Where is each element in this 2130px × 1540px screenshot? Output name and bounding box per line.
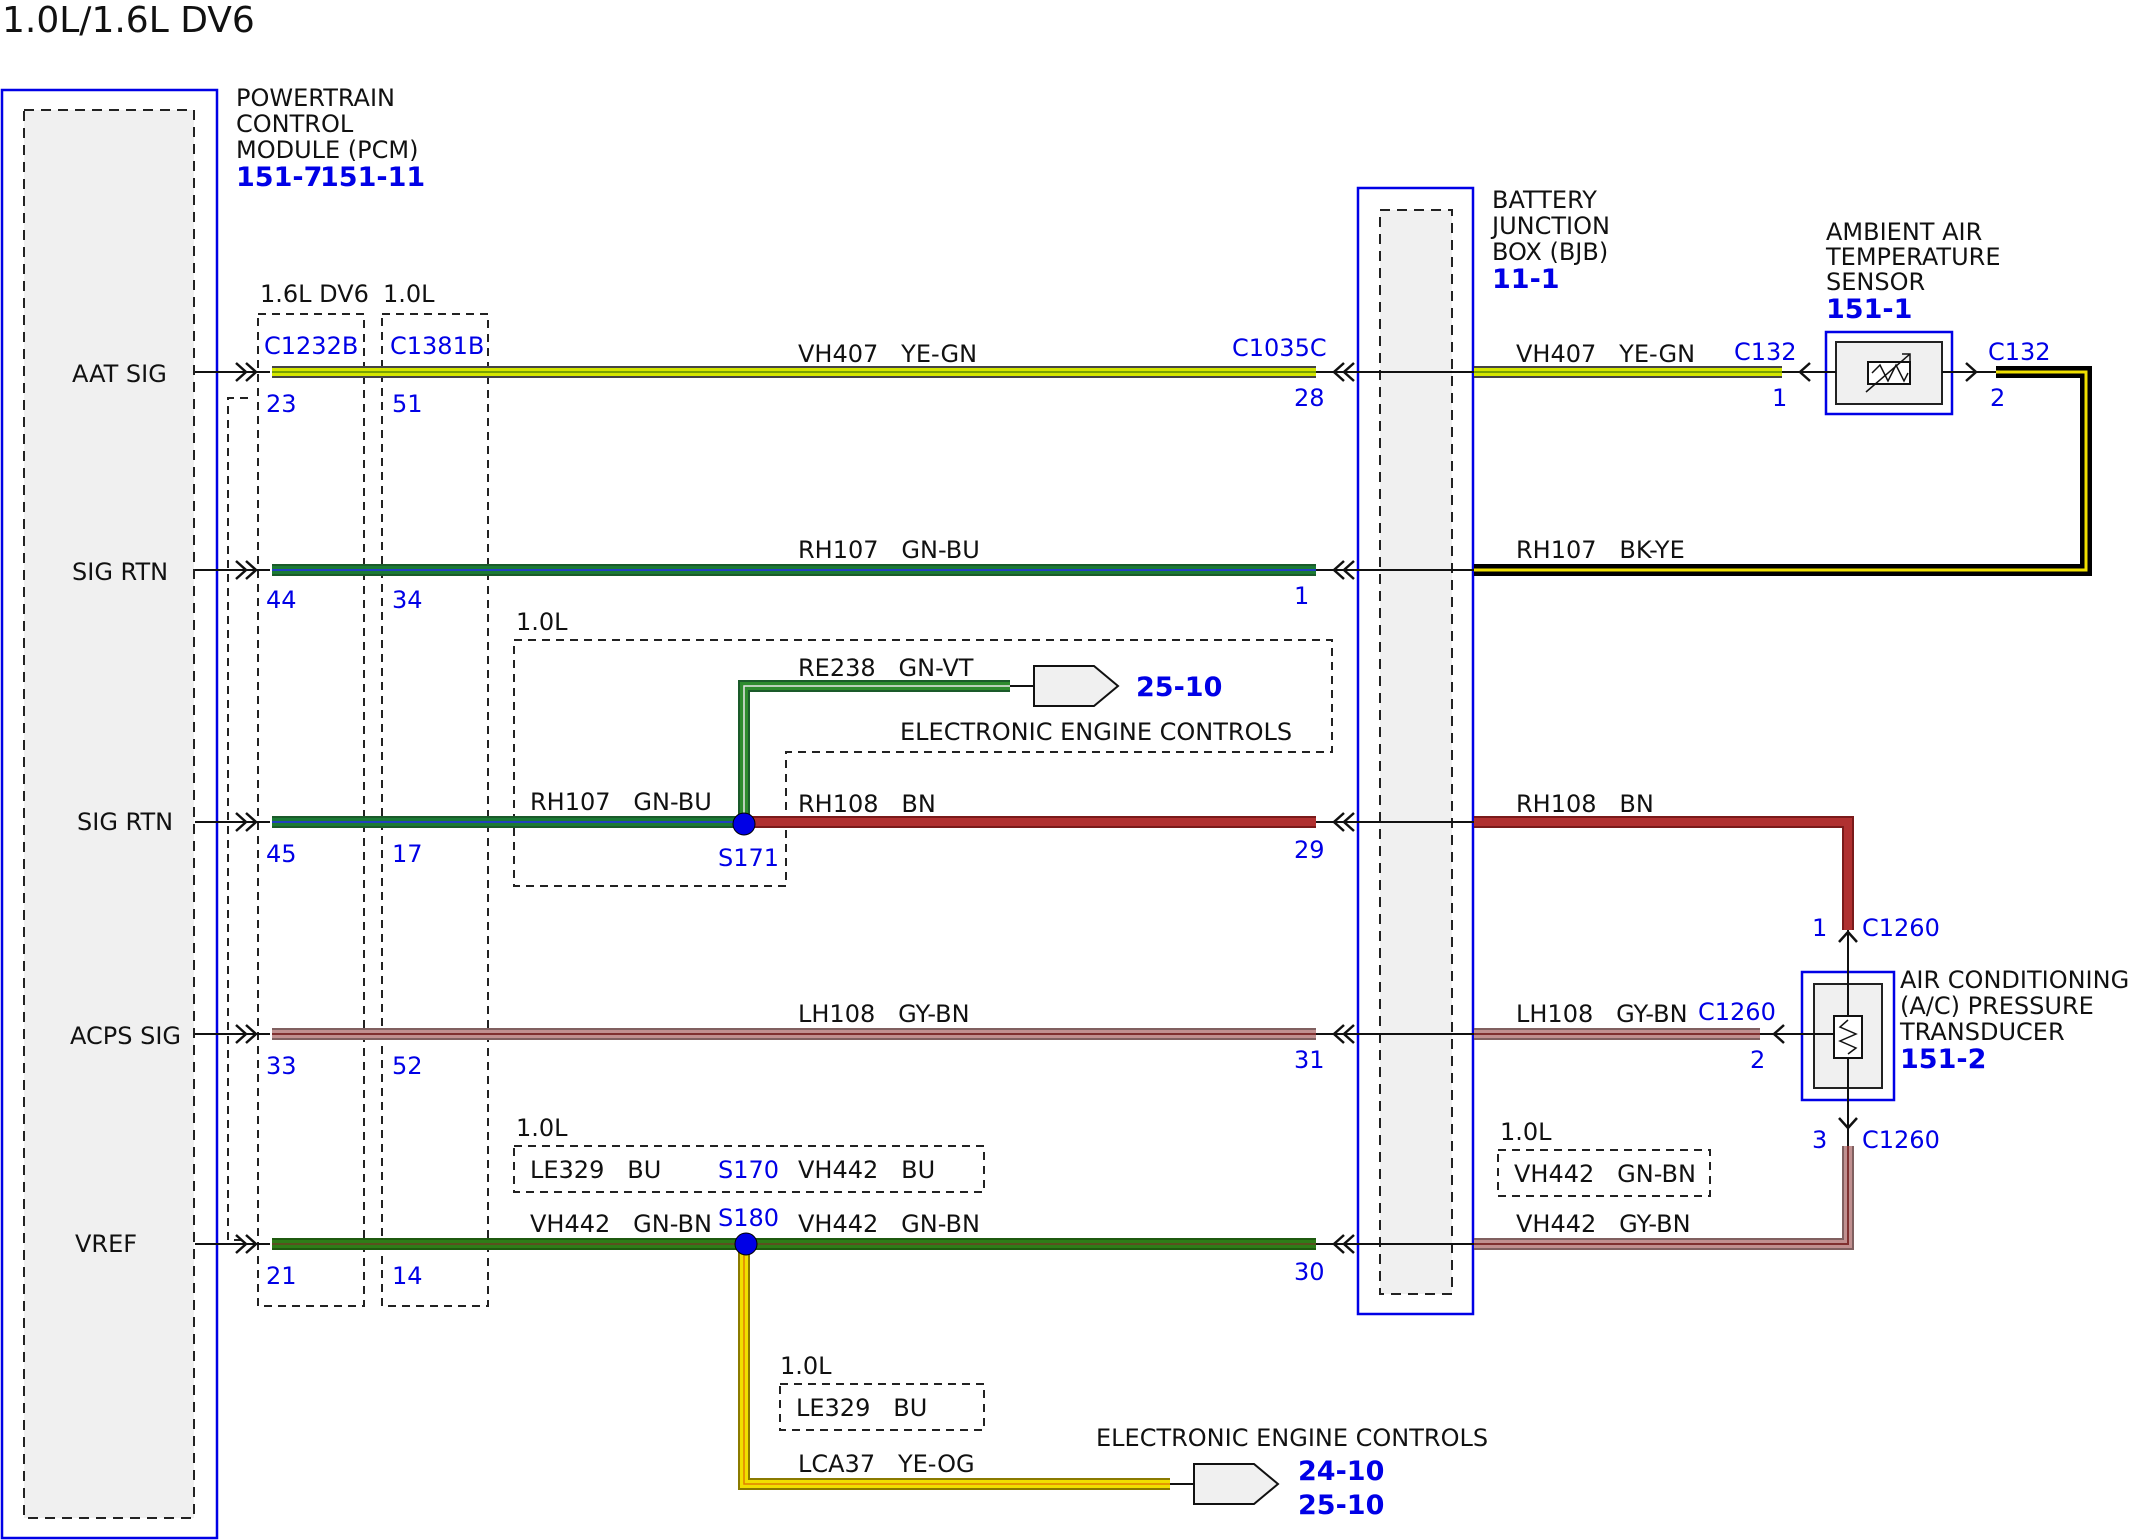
c1232b-pin-44: 44 bbox=[266, 586, 297, 614]
pcm-pin-bracket bbox=[227, 397, 248, 1241]
pin-label-vref: VREF bbox=[75, 1230, 137, 1258]
bjb-name-line-1: BATTERY bbox=[1492, 186, 1597, 214]
ac-name-line-1: AIR CONDITIONING bbox=[1900, 966, 2129, 994]
c1381b-pin-14: 14 bbox=[392, 1262, 423, 1290]
ac-pin-3: 3 bbox=[1812, 1126, 1827, 1154]
c1381b-pin-17: 17 bbox=[392, 840, 423, 868]
wire-3-pcm-label: RH107 GN-BU bbox=[530, 788, 712, 816]
c1232b-variant: 1.6L DV6 bbox=[260, 280, 369, 308]
c1035c-pin-30: 30 bbox=[1294, 1258, 1325, 1286]
wire-5-mid-label: VH442 GN-BN bbox=[798, 1210, 980, 1238]
pcm-ref-1[interactable]: 151-7 bbox=[236, 162, 322, 193]
wire-5-right-label: VH442 GY-BN bbox=[1516, 1210, 1691, 1238]
c1035c-pin-1: 1 bbox=[1294, 582, 1309, 610]
splice-s180[interactable]: S180 bbox=[718, 1204, 779, 1232]
ac-name-line-2: (A/C) PRESSURE bbox=[1900, 992, 2094, 1020]
pcm-name-line-3: MODULE (PCM) bbox=[236, 136, 418, 164]
option-2-label: 1.0L bbox=[516, 1114, 568, 1142]
c1232b-pin-23: 23 bbox=[266, 390, 297, 418]
pcm-name-line-2: CONTROL bbox=[236, 110, 354, 138]
splice-s171-dot[interactable] bbox=[732, 812, 756, 836]
option-3-label: 1.0L bbox=[1500, 1118, 1552, 1146]
c1232b-label[interactable]: C1232B bbox=[264, 332, 358, 360]
aat-pin-2: 2 bbox=[1990, 384, 2005, 412]
aat-ref[interactable]: 151-1 bbox=[1826, 294, 1912, 325]
aat-pin-1: 1 bbox=[1772, 384, 1787, 412]
wiring-diagram: 1.0L/1.6L DV6 POWERTRAIN CONTROL MODULE … bbox=[0, 0, 2129, 1540]
ac-connector-bottom[interactable]: C1260 bbox=[1862, 1126, 1940, 1154]
aat-name-line-3: SENSOR bbox=[1826, 268, 1925, 296]
wire-3-branch-label: RE238 GN-VT bbox=[798, 654, 974, 682]
c1035c-pin-31: 31 bbox=[1294, 1046, 1325, 1074]
c1381b-variant: 1.0L bbox=[383, 280, 435, 308]
eec-2-label: ELECTRONIC ENGINE CONTROLS bbox=[1096, 1424, 1488, 1452]
ac-pressure-transducer: AIR CONDITIONING (A/C) PRESSURE TRANSDUC… bbox=[1698, 914, 2129, 1154]
ac-name-line-3: TRANSDUCER bbox=[1899, 1018, 2065, 1046]
wire-1-left-label: VH407 YE-GN bbox=[798, 340, 977, 368]
wire-3-right-fill bbox=[1474, 818, 1852, 930]
wire-2-right-label: RH107 BK-YE bbox=[1516, 536, 1685, 564]
splice-s180-dot[interactable] bbox=[734, 1232, 758, 1256]
c1232b-pin-45: 45 bbox=[266, 840, 297, 868]
c1381b-pin-34: 34 bbox=[392, 586, 423, 614]
option-3-vh442: VH442 GN-BN bbox=[1514, 1160, 1696, 1188]
wire-2-left-label: RH107 GN-BU bbox=[798, 536, 980, 564]
ac-ref[interactable]: 151-2 bbox=[1900, 1044, 1986, 1075]
c1381b-box bbox=[381, 313, 489, 1307]
eec-1-ref[interactable]: 25-10 bbox=[1136, 672, 1222, 703]
pin-label-aat-sig: AAT SIG bbox=[72, 360, 167, 388]
pcm-name-line-1: POWERTRAIN bbox=[236, 84, 395, 112]
wire-3-right-label: RH108 BN bbox=[1516, 790, 1654, 818]
wire-4-left-label: LH108 GY-BN bbox=[798, 1000, 970, 1028]
aat-sensor: AMBIENT AIR TEMPERATURE SENSOR 151-1 C13… bbox=[1734, 218, 2051, 416]
connector-chevrons bbox=[235, 362, 1355, 1254]
pin-label-sig-rtn-2: SIG RTN bbox=[77, 808, 173, 836]
wire-4-right-label: LH108 GY-BN bbox=[1516, 1000, 1688, 1028]
c1035c-label[interactable]: C1035C bbox=[1232, 334, 1327, 362]
wire-3-right-outline bbox=[1474, 816, 1854, 930]
eec-2-ref-2[interactable]: 25-10 bbox=[1298, 1490, 1384, 1521]
destination-eec-2[interactable]: 24-10 25-10 bbox=[1170, 1456, 1384, 1521]
ac-pin-2: 2 bbox=[1750, 1046, 1765, 1074]
c1232b-pin-21: 21 bbox=[266, 1262, 297, 1290]
wire-5-left-label: VH442 GN-BN bbox=[530, 1210, 712, 1238]
ac-connector-top[interactable]: C1260 bbox=[1862, 914, 1940, 942]
aat-connector-left[interactable]: C132 bbox=[1734, 338, 1797, 366]
option-2-vh442: VH442 BU bbox=[798, 1156, 935, 1184]
wire-5-down-label: LCA37 YE-OG bbox=[798, 1450, 975, 1478]
c1381b-pin-51: 51 bbox=[392, 390, 423, 418]
option-1-label: 1.0L bbox=[516, 608, 568, 636]
splice-s171[interactable]: S171 bbox=[718, 844, 779, 872]
wire-rh107[interactable] bbox=[272, 366, 2092, 576]
eec-1-label: ELECTRONIC ENGINE CONTROLS bbox=[900, 718, 1292, 746]
eec-1-arrow-icon bbox=[1033, 665, 1120, 707]
c1381b-label[interactable]: C1381B bbox=[390, 332, 484, 360]
c1381b-pin-52: 52 bbox=[392, 1052, 423, 1080]
diagram-title: 1.0L/1.6L DV6 bbox=[2, 0, 255, 41]
aat-connector-right[interactable]: C132 bbox=[1988, 338, 2051, 366]
pin-label-sig-rtn-1: SIG RTN bbox=[72, 558, 168, 586]
c1035c-pin-29: 29 bbox=[1294, 836, 1325, 864]
splice-s170[interactable]: S170 bbox=[718, 1156, 779, 1184]
ac-connector-mid[interactable]: C1260 bbox=[1698, 998, 1776, 1026]
aat-name-line-1: AMBIENT AIR bbox=[1826, 218, 1982, 246]
option-4-label: 1.0L bbox=[780, 1352, 832, 1380]
bjb-name-line-2: JUNCTION bbox=[1490, 212, 1610, 240]
wire-3-mid-label: RH108 BN bbox=[798, 790, 936, 818]
eec-2-arrow-icon bbox=[1193, 1463, 1280, 1505]
c1232b-box bbox=[257, 313, 365, 1307]
bjb-ref[interactable]: 11-1 bbox=[1492, 264, 1560, 295]
option-2-le329: LE329 BU bbox=[530, 1156, 661, 1184]
ac-pin-1: 1 bbox=[1812, 914, 1827, 942]
c1035c-pin-28: 28 bbox=[1294, 384, 1325, 412]
bjb-name-line-3: BOX (BJB) bbox=[1492, 238, 1608, 266]
c1232b-pin-33: 33 bbox=[266, 1052, 297, 1080]
pin-label-acps-sig: ACPS SIG bbox=[70, 1022, 181, 1050]
eec-2-ref-1[interactable]: 24-10 bbox=[1298, 1456, 1384, 1487]
aat-name-line-2: TEMPERATURE bbox=[1825, 243, 2001, 271]
wire-1-right-label: VH407 YE-GN bbox=[1516, 340, 1695, 368]
option-4-le329: LE329 BU bbox=[796, 1394, 927, 1422]
pcm-ref-2[interactable]: 151-11 bbox=[320, 162, 425, 193]
destination-eec-1[interactable]: 25-10 bbox=[1010, 665, 1222, 707]
